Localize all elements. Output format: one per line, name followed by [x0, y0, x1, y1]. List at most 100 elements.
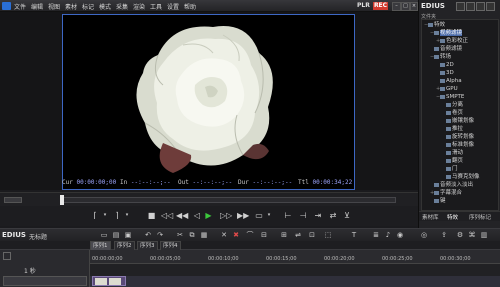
tree-item[interactable]: 2D — [436, 62, 454, 69]
step-forward-icon[interactable]: ▷▷ — [220, 210, 232, 221]
preview-monitor[interactable] — [62, 14, 355, 190]
scrub-track[interactable] — [62, 197, 396, 203]
paste-icon[interactable]: ▦ — [200, 231, 208, 239]
menu-settings[interactable]: 设置 — [167, 2, 179, 11]
clip-thumbnail — [109, 278, 121, 285]
delete-icon[interactable]: ✕ — [220, 231, 228, 239]
copy-icon[interactable]: ⧉ — [188, 231, 196, 239]
export-file-icon[interactable]: ⇪ — [440, 231, 448, 239]
tree-item[interactable]: 音频滤镜 — [430, 46, 462, 53]
menu-edit[interactable]: 编辑 — [31, 2, 43, 11]
burn-icon[interactable]: ◎ — [420, 231, 428, 239]
tree-item[interactable]: 旋转划像 — [442, 134, 474, 141]
home-icon[interactable] — [456, 2, 465, 11]
match-frame-icon[interactable]: ⇥ — [312, 210, 324, 221]
tree-item[interactable]: 嵌镶划像 — [442, 118, 474, 125]
folder-icon[interactable] — [466, 2, 475, 11]
menu-capture[interactable]: 采集 — [116, 2, 128, 11]
menu-clip[interactable]: 素材 — [65, 2, 77, 11]
tree-item[interactable]: 门 — [442, 166, 458, 173]
tree-item[interactable]: 标准划像 — [442, 142, 474, 149]
tab-effects[interactable]: 特效 — [447, 213, 458, 221]
playhead-handle[interactable] — [60, 195, 64, 205]
play-icon[interactable]: ▶ — [203, 210, 214, 221]
list-view-icon[interactable] — [476, 2, 485, 11]
render-icon[interactable]: ⬚ — [324, 231, 332, 239]
audio-mic-icon[interactable]: ♪ — [384, 231, 392, 239]
previous-frame-icon[interactable]: ◁◁ — [161, 210, 173, 221]
tree-item[interactable]: 音频淡入淡出 — [430, 182, 473, 189]
step-back-icon[interactable]: ◁ — [192, 210, 202, 221]
tree-item[interactable]: 翻页 — [442, 158, 463, 165]
fast-forward-icon[interactable]: ▶▶ — [237, 210, 249, 221]
menu-view[interactable]: 视图 — [48, 2, 60, 11]
settings-icon[interactable]: ⚙ — [456, 231, 464, 239]
mixer-icon[interactable]: ≣ — [372, 231, 380, 239]
loop-menu-icon[interactable]: ▾ — [266, 210, 272, 221]
tree-item[interactable]: − 特效 — [424, 22, 445, 29]
video-clip[interactable] — [92, 276, 126, 286]
tree-item[interactable]: 分离 — [442, 102, 463, 109]
tree-item[interactable]: + GPU — [436, 86, 458, 93]
output-menu-icon[interactable]: ⊻ — [342, 210, 352, 221]
stop-icon[interactable]: ■ — [146, 210, 157, 221]
tree-item[interactable]: − 视频滤镜 — [430, 30, 463, 37]
menu-marker[interactable]: 标记 — [82, 2, 94, 11]
cut-icon[interactable]: ✂ — [176, 231, 184, 239]
overwrite-to-timeline-icon[interactable]: ⊣ — [297, 210, 309, 221]
loop-icon[interactable]: ▭ — [254, 210, 264, 221]
close-icon[interactable]: × — [410, 2, 418, 11]
save-icon[interactable]: ▣ — [124, 231, 132, 239]
split-icon[interactable]: ⊞ — [280, 231, 288, 239]
video-track-header[interactable] — [3, 276, 87, 286]
add-marker-icon[interactable]: ⌒ — [246, 231, 254, 239]
tab-sequence-markers[interactable]: 序列标记 — [469, 213, 491, 221]
tree-item[interactable]: + 字幕混合 — [430, 190, 462, 197]
menu-tools[interactable]: 工具 — [150, 2, 162, 11]
menu-mode[interactable]: 模式 — [99, 2, 111, 11]
tree-item[interactable]: 3D — [436, 70, 454, 77]
sync-lock-icon[interactable]: ⊡ — [308, 231, 316, 239]
tab-bin[interactable]: 素材库 — [422, 213, 439, 221]
export-icon[interactable]: ⇄ — [327, 210, 339, 221]
tree-item[interactable]: 键 — [430, 198, 446, 205]
track-lock-icon[interactable] — [3, 252, 11, 260]
tree-item[interactable]: Alpha — [436, 78, 462, 85]
minimize-icon[interactable]: – — [392, 2, 401, 11]
video-track-lane[interactable] — [90, 276, 500, 287]
tools-icon[interactable]: ⌘ — [468, 231, 476, 239]
redo-icon[interactable]: ↷ — [156, 231, 164, 239]
tree-item[interactable]: − SMPTE — [436, 94, 464, 101]
scrub-zoom-control[interactable] — [4, 197, 22, 203]
title-icon[interactable]: T — [350, 231, 358, 239]
ripple-mode-icon[interactable]: ⇌ — [294, 231, 302, 239]
timeline-ruler[interactable]: 00:00:00;00 00:00:05;00 00:00:10;00 00:0… — [90, 250, 500, 264]
tree-item[interactable]: 推拉 — [442, 126, 463, 133]
set-in-icon[interactable]: ⌈ — [90, 210, 100, 221]
tree-item[interactable]: 马赛克划像 — [442, 174, 480, 181]
maximize-icon[interactable]: □ — [401, 2, 410, 11]
menu-help[interactable]: 帮助 — [184, 2, 196, 11]
set-out-menu-icon[interactable]: ▾ — [124, 210, 130, 221]
new-sequence-icon[interactable]: ▭ — [100, 231, 108, 239]
ripple-delete-icon[interactable]: ✖ — [232, 231, 240, 239]
recorder-mode-toggle[interactable]: REC — [373, 2, 388, 10]
set-out-icon[interactable]: ⌉ — [112, 210, 122, 221]
undo-icon[interactable]: ↶ — [144, 231, 152, 239]
tree-item[interactable]: + 色彩校正 — [436, 38, 468, 45]
rewind-icon[interactable]: ◀◀ — [176, 210, 188, 221]
insert-mode-icon[interactable]: ⊟ — [260, 231, 268, 239]
menu-file[interactable]: 文件 — [14, 2, 26, 11]
tree-item[interactable]: 卷页 — [442, 110, 463, 117]
open-icon[interactable]: ▤ — [112, 231, 120, 239]
insert-to-timeline-icon[interactable]: ⊢ — [282, 210, 294, 221]
grid-view-icon[interactable] — [486, 2, 495, 11]
tree-item[interactable]: 滑动 — [442, 150, 463, 157]
panel-layout-icon[interactable]: ▥ — [480, 231, 488, 239]
tree-item[interactable]: − 转场 — [430, 54, 451, 61]
set-in-menu-icon[interactable]: ▾ — [102, 210, 108, 221]
voiceover-icon[interactable]: ◉ — [396, 231, 404, 239]
player-mode-toggle[interactable]: PLR — [357, 2, 370, 9]
menu-render[interactable]: 渲染 — [133, 2, 145, 11]
ruler-tick: 00:00:30;00 — [440, 256, 471, 262]
